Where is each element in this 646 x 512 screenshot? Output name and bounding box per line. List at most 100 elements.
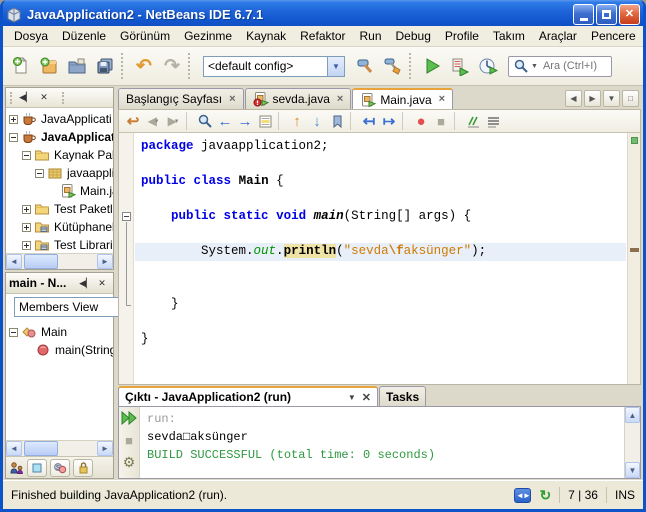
menu-gezinme[interactable]: Gezinme <box>177 27 239 45</box>
code-line-12[interactable]: } <box>135 331 626 349</box>
find-previous-occurrence-button[interactable]: ← <box>215 111 235 131</box>
tree-item-k-t-phaneler[interactable]: Kütüphaneler <box>6 218 113 236</box>
last-edited-position-button[interactable]: ↩ <box>123 111 143 131</box>
search-icon[interactable] <box>509 58 531 74</box>
search-dropdown-icon[interactable]: ▼ <box>531 63 541 70</box>
code-line-3[interactable]: public class Main { <box>135 173 626 191</box>
stop-button[interactable]: ■ <box>120 431 138 449</box>
menu-yard-m[interactable]: Yardım <box>643 27 644 45</box>
menu-pencere[interactable]: Pencere <box>584 27 643 45</box>
comment-button[interactable] <box>463 111 483 131</box>
previous-bookmark-button[interactable]: ↑ <box>287 111 307 131</box>
expand-icon[interactable] <box>22 204 31 214</box>
maximize-button[interactable] <box>596 4 617 25</box>
scroll-thumb[interactable] <box>24 254 58 269</box>
tree-item-kaynak-paketleri[interactable]: Kaynak Paketleri <box>6 146 113 164</box>
editor-tab-ba-lang-sayfas-[interactable]: Başlangıç Sayfası × <box>118 88 244 109</box>
scroll-left-icon[interactable]: ◄ <box>6 441 22 456</box>
chevron-down-icon[interactable]: ▾ <box>175 117 179 125</box>
minimize-panel-icon[interactable]: ◀▏ <box>78 276 94 291</box>
scroll-down-icon[interactable]: ▼ <box>625 462 640 478</box>
output-tab[interactable]: Çıktı - JavaApplication2 (run) ▼ ✕ <box>118 386 378 406</box>
next-bookmark-button[interactable]: ↓ <box>307 111 327 131</box>
show-fields-filter-button[interactable] <box>27 458 47 477</box>
menu-tak-m[interactable]: Takım <box>486 27 532 45</box>
toggle-bookmark-button[interactable] <box>327 111 347 131</box>
profile-project-button[interactable] <box>474 52 502 80</box>
editor-tab-main-java[interactable]: Main.java × <box>352 88 454 109</box>
tree-item-javaapplication2[interactable]: JavaApplication2 <box>6 128 113 146</box>
code-editor[interactable]: package javaapplication2; public class M… <box>118 133 641 385</box>
show-static-members-filter-button[interactable]: S <box>50 458 70 477</box>
projects-horizontal-scrollbar[interactable]: ◄ ► <box>6 253 113 269</box>
quick-search[interactable]: ▼ <box>508 55 612 77</box>
back-button[interactable]: ◀ ▾ <box>143 111 163 131</box>
tab-close-icon[interactable]: × <box>229 93 235 105</box>
editor-tab-sevda-java[interactable]: sevda.java × <box>244 88 352 109</box>
show-inherited-members-icon[interactable] <box>9 461 24 475</box>
output-vertical-scrollbar[interactable]: ▲ ▼ <box>624 407 640 478</box>
caret-position-mark[interactable] <box>630 248 639 252</box>
menu-profile[interactable]: Profile <box>438 27 486 45</box>
undo-button[interactable]: ↶ <box>130 52 158 80</box>
close-panel-icon[interactable]: ✕ <box>36 90 52 105</box>
clean-and-build-project-button[interactable] <box>379 52 407 80</box>
menu-dosya[interactable]: Dosya <box>7 27 55 45</box>
shift-line-left-button[interactable]: ↤ <box>359 111 379 131</box>
code-line-7[interactable]: System.out.println("sevda\faksünger"); <box>135 243 626 261</box>
output-text[interactable]: run: sevda□aksünger BUILD SUCCESSFUL (tota… <box>141 407 623 478</box>
new-project-button[interactable] <box>35 52 63 80</box>
tree-item-main-java[interactable]: Main.java <box>6 182 113 200</box>
maximize-editor-icon[interactable]: □ <box>622 90 639 107</box>
scroll-right-icon[interactable]: ► <box>97 441 113 456</box>
run-project-button[interactable] <box>418 52 446 80</box>
scroll-left-icon[interactable]: ◄ <box>6 254 22 269</box>
find-selection-button[interactable] <box>195 111 215 131</box>
minimize-panel-icon[interactable]: ◀▏ <box>18 90 34 105</box>
navigator-horizontal-scrollbar[interactable]: ◄ ► <box>6 440 113 456</box>
close-button[interactable]: ✕ <box>619 4 640 25</box>
tree-item-javaapplication2[interactable]: javaapplication2 <box>6 164 113 182</box>
grip-handle[interactable] <box>10 91 14 104</box>
open-project-button[interactable] <box>63 52 91 80</box>
chevron-down-icon[interactable]: ▼ <box>327 56 344 76</box>
start-macro-recording-button[interactable]: ● <box>411 111 431 131</box>
code-line-1[interactable]: package javaapplication2; <box>135 138 626 156</box>
tree-item-test-libraries[interactable]: Test Libraries <box>6 236 113 253</box>
collapse-icon[interactable] <box>9 327 18 337</box>
code-line-8[interactable] <box>135 261 626 279</box>
menu-kaynak[interactable]: Kaynak <box>239 27 293 45</box>
output-close-icon[interactable]: ✕ <box>362 391 371 404</box>
menu-g-r-n-m[interactable]: Görünüm <box>113 27 177 45</box>
collapse-icon[interactable] <box>35 168 44 178</box>
menu-ara-lar[interactable]: Araçlar <box>532 27 584 45</box>
menu-run[interactable]: Run <box>353 27 389 45</box>
scroll-tabs-right-icon[interactable]: ▶ <box>584 90 601 107</box>
expand-icon[interactable] <box>22 222 31 232</box>
expand-icon[interactable] <box>9 114 18 124</box>
search-input[interactable] <box>540 59 609 73</box>
tree-item-test-paketleri[interactable]: Test Paketleri <box>6 200 113 218</box>
navigator-item-main[interactable]: Main <box>6 323 113 341</box>
show-non-public-members-filter-button[interactable] <box>73 458 93 477</box>
scroll-thumb[interactable] <box>24 441 58 456</box>
refresh-icon[interactable]: ↻ <box>539 487 551 504</box>
menu-d-zenle[interactable]: Düzenle <box>55 27 113 45</box>
code-text-area[interactable]: package javaapplication2; public class M… <box>135 133 626 384</box>
redo-button[interactable]: ↷ <box>158 52 186 80</box>
new-file-button[interactable] <box>7 52 35 80</box>
shift-line-right-button[interactable]: ↦ <box>379 111 399 131</box>
chevron-down-icon[interactable]: ▾ <box>155 117 159 125</box>
expand-icon[interactable] <box>22 240 31 250</box>
code-line-5[interactable]: public static void main(String[] args) { <box>135 208 626 226</box>
close-panel-icon[interactable]: ✕ <box>94 276 110 291</box>
collapse-icon[interactable] <box>22 150 31 160</box>
code-line-2[interactable] <box>135 156 626 174</box>
sync-arrows-icon[interactable]: ◄► <box>514 487 532 503</box>
ant-settings-button[interactable]: ⚙ <box>120 453 138 471</box>
find-next-occurrence-button[interactable]: → <box>235 111 255 131</box>
code-line-9[interactable] <box>135 278 626 296</box>
save-all-button[interactable] <box>91 52 119 80</box>
grip-handle[interactable] <box>62 91 66 104</box>
tab-close-icon[interactable]: × <box>439 94 445 105</box>
